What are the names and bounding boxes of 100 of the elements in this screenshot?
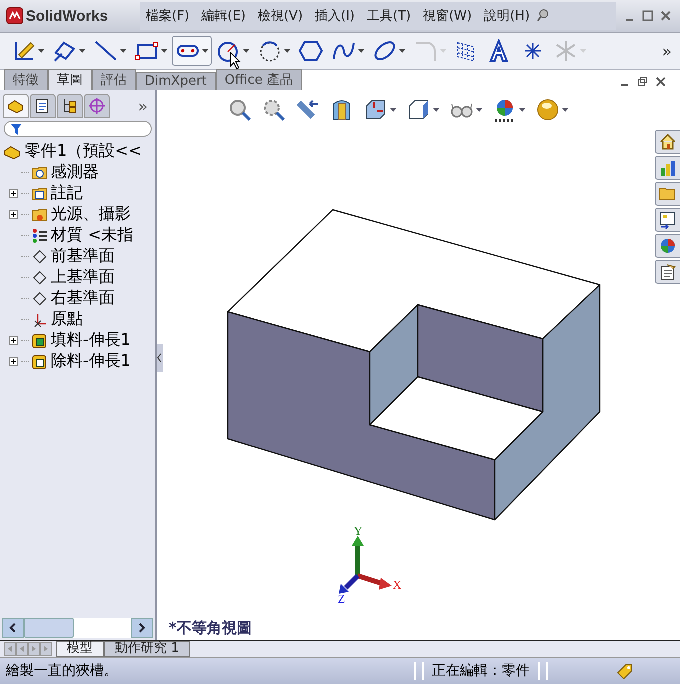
caret-icon[interactable] [243, 49, 250, 53]
tag-icon[interactable] [616, 663, 634, 679]
tree-item[interactable]: 感測器 [51, 162, 99, 183]
caret-icon[interactable] [161, 49, 168, 53]
expand-icon[interactable] [8, 189, 18, 198]
ellipse-icon [372, 39, 398, 63]
command-tab[interactable]: Office 產品 [216, 69, 302, 90]
scroll-thumb[interactable] [24, 618, 74, 638]
filter-icon [11, 124, 22, 134]
folder-icon [32, 206, 48, 222]
panel-tab[interactable] [3, 94, 29, 118]
plane-icon [32, 270, 48, 286]
menu-item[interactable]: 檢視(V) [252, 7, 310, 25]
command-tab[interactable]: 特徵 [4, 69, 48, 90]
caret-icon[interactable] [38, 49, 45, 53]
status-message: 繪製一直的狹槽。 [6, 662, 119, 680]
tree-item[interactable]: 原點 [51, 309, 83, 330]
task-pane-tab[interactable] [655, 208, 680, 232]
tree-item[interactable]: 右基準面 [51, 288, 115, 309]
cut-icon [32, 354, 48, 370]
folder-icon [32, 186, 48, 202]
panel-overflow-button[interactable]: » [138, 96, 152, 116]
caret-icon[interactable] [476, 108, 483, 112]
tree-item[interactable]: 前基準面 [51, 246, 115, 267]
horizontal-scrollbar[interactable] [2, 618, 153, 638]
tree-item[interactable]: 零件1（預設<< [25, 141, 142, 162]
dimension-icon [52, 39, 78, 63]
bottom-tab[interactable]: 模型 [56, 641, 104, 657]
collapse-handle-icon[interactable] [157, 344, 163, 372]
scroll-right-icon[interactable] [131, 618, 153, 638]
menu-item[interactable]: 說明(H) [478, 7, 536, 25]
caret-icon[interactable] [358, 49, 365, 53]
caret-icon[interactable] [284, 49, 291, 53]
maximize-icon[interactable] [642, 10, 654, 22]
bottom-tab[interactable]: 動作研究 1 [104, 641, 190, 657]
logo-icon [6, 7, 24, 25]
line-icon [93, 39, 119, 63]
tree-item[interactable]: 註記 [51, 183, 83, 204]
command-tab[interactable]: DimXpert [136, 72, 216, 90]
command-tab[interactable]: 評估 [92, 69, 136, 90]
house-icon [659, 133, 677, 151]
close-icon[interactable] [660, 10, 672, 22]
toolbar-overflow-button[interactable]: » [662, 42, 680, 60]
status-mode: 正在編輯：零件 [432, 662, 530, 680]
menu-item[interactable]: 工具(T) [361, 7, 418, 25]
zoom-area-icon[interactable] [262, 98, 286, 122]
pin-icon[interactable] [536, 9, 550, 23]
toolbar-button[interactable] [172, 36, 212, 66]
menu-item[interactable]: 插入(I) [309, 7, 362, 25]
status-separator [538, 662, 548, 680]
caret-icon[interactable] [120, 49, 127, 53]
caret-icon[interactable] [562, 108, 569, 112]
task-pane-tab[interactable] [655, 260, 680, 284]
restore-icon[interactable] [638, 77, 648, 87]
shaded-cube-icon[interactable] [407, 98, 431, 122]
expand-icon[interactable] [8, 336, 18, 345]
app-logo-text: SolidWorks [26, 8, 108, 24]
part-icon [4, 144, 22, 160]
material-icon [32, 228, 48, 244]
filter-field[interactable] [4, 121, 152, 137]
tree-item[interactable]: 材質 <未指 [51, 225, 134, 246]
color-sphere-icon [659, 237, 677, 255]
expand-icon[interactable] [8, 210, 18, 219]
z-axis-label: Z [338, 592, 346, 607]
command-tab[interactable]: 草圖 [48, 69, 92, 90]
appearance-sphere-icon[interactable] [536, 98, 560, 122]
panel-tab[interactable] [57, 94, 83, 118]
x-axis-label: X [393, 578, 402, 593]
view-cube-icon[interactable] [364, 98, 388, 122]
fillet-icon [413, 39, 439, 63]
menu-item[interactable]: 檔案(F) [140, 7, 196, 25]
y-axis-label: Y [354, 524, 363, 539]
layout-icon [659, 211, 677, 229]
mouse-pointer-icon [230, 52, 242, 70]
tree-item[interactable]: 光源、攝影 [51, 204, 131, 225]
tree-item[interactable]: 填料-伸長1 [51, 330, 131, 351]
menu-item[interactable]: 視窗(W) [417, 7, 478, 25]
crosshair-icon [88, 97, 106, 115]
task-pane-tab[interactable] [655, 156, 680, 180]
caret-icon[interactable] [79, 49, 86, 53]
task-pane-tab[interactable] [655, 130, 680, 154]
close-icon[interactable] [656, 77, 666, 87]
tree-item[interactable]: 上基準面 [51, 267, 115, 288]
caret-icon[interactable] [433, 108, 440, 112]
expand-icon[interactable] [8, 357, 18, 366]
zoom-fit-icon[interactable] [228, 98, 252, 122]
menu-item[interactable]: 編輯(E) [196, 7, 252, 25]
view-name-label: *不等角視圖 [169, 619, 252, 638]
caret-icon[interactable] [202, 49, 209, 53]
clipboard-icon [659, 263, 677, 281]
boss-icon [32, 332, 48, 348]
panel-tab[interactable] [30, 94, 56, 118]
scroll-left-icon[interactable] [2, 618, 24, 638]
sensor-folder-icon [32, 164, 48, 180]
plane-icon [32, 290, 48, 306]
caret-icon[interactable] [519, 108, 526, 112]
caret-icon[interactable] [390, 108, 397, 112]
tree-item[interactable]: 除料-伸長1 [51, 351, 131, 372]
status-separator [414, 662, 424, 680]
caret-icon[interactable] [399, 49, 406, 53]
